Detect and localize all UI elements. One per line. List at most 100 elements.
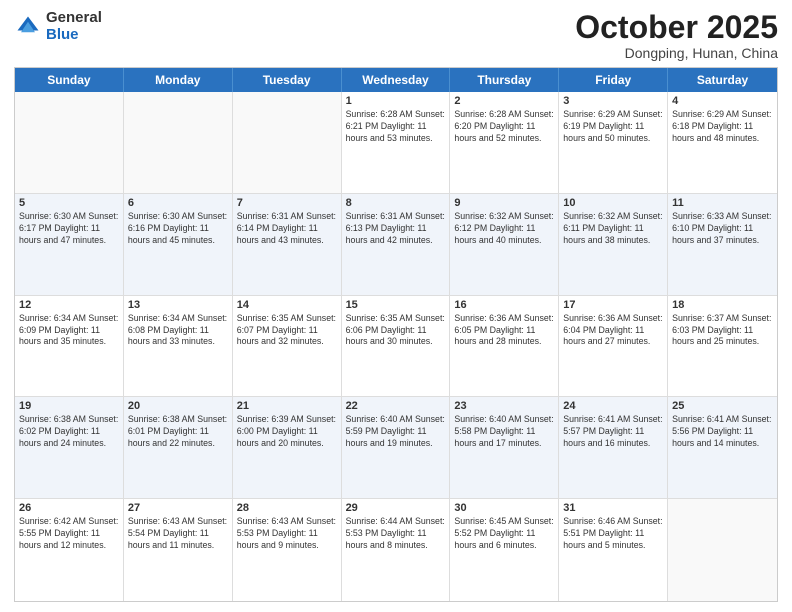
day-cell-14: 14 Sunrise: 6:35 AM Sunset: 6:07 PM Dayli… [233,296,342,397]
day-cell-23: 23 Sunrise: 6:40 AM Sunset: 5:58 PM Dayli… [450,397,559,498]
day-info: Sunrise: 6:46 AM Sunset: 5:51 PM Dayligh… [563,516,663,552]
day-number: 16 [454,299,554,311]
day-info: Sunrise: 6:30 AM Sunset: 6:16 PM Dayligh… [128,211,228,247]
day-cell-18: 18Sunrise: 6:37 AM Sunset: 6:03 PM Dayli… [668,296,777,397]
day-number: 27 [128,502,228,514]
day-number: 28 [237,502,337,514]
calendar: SundayMondayTuesdayWednesdayThursdayFrid… [14,67,778,602]
day-cell-27: 27 Sunrise: 6:43 AM Sunset: 5:54 PM Dayli… [124,499,233,601]
header-day-sunday: Sunday [15,68,124,92]
day-info: Sunrise: 6:31 AM Sunset: 6:13 PM Dayligh… [346,211,446,247]
location: Dongping, Hunan, China [575,45,778,61]
day-info: Sunrise: 6:42 AM Sunset: 5:55 PM Dayligh… [19,516,119,552]
day-cell-17: 17 Sunrise: 6:36 AM Sunset: 6:04 PM Dayli… [559,296,668,397]
day-cell-5: 5 Sunrise: 6:30 AM Sunset: 6:17 PM Daylig… [15,194,124,295]
day-info: Sunrise: 6:31 AM Sunset: 6:14 PM Dayligh… [237,211,337,247]
day-cell-24: 24 Sunrise: 6:41 AM Sunset: 5:57 PM Dayli… [559,397,668,498]
day-number: 4 [672,95,773,107]
day-info: Sunrise: 6:35 AM Sunset: 6:06 PM Dayligh… [346,313,446,349]
empty-cell [15,92,124,193]
logo-text: General Blue [46,10,102,43]
day-info: Sunrise: 6:45 AM Sunset: 5:52 PM Dayligh… [454,516,554,552]
day-number: 29 [346,502,446,514]
day-info: Sunrise: 6:34 AM Sunset: 6:09 PM Dayligh… [19,313,119,349]
day-info: Sunrise: 6:32 AM Sunset: 6:11 PM Dayligh… [563,211,663,247]
day-number: 14 [237,299,337,311]
day-cell-3: 3 Sunrise: 6:29 AM Sunset: 6:19 PM Daylig… [559,92,668,193]
day-info: Sunrise: 6:29 AM Sunset: 6:19 PM Dayligh… [563,109,663,145]
day-number: 6 [128,197,228,209]
day-info: Sunrise: 6:35 AM Sunset: 6:07 PM Dayligh… [237,313,337,349]
day-number: 23 [454,400,554,412]
day-number: 30 [454,502,554,514]
day-cell-10: 10 Sunrise: 6:32 AM Sunset: 6:11 PM Dayli… [559,194,668,295]
day-cell-21: 21 Sunrise: 6:39 AM Sunset: 6:00 PM Dayli… [233,397,342,498]
day-number: 8 [346,197,446,209]
day-info: Sunrise: 6:41 AM Sunset: 5:57 PM Dayligh… [563,414,663,450]
day-number: 24 [563,400,663,412]
day-number: 1 [346,95,446,107]
header-day-saturday: Saturday [668,68,777,92]
day-info: Sunrise: 6:36 AM Sunset: 6:05 PM Dayligh… [454,313,554,349]
page: General Blue October 2025 Dongping, Huna… [0,0,792,612]
day-cell-13: 13Sunrise: 6:34 AM Sunset: 6:08 PM Dayli… [124,296,233,397]
day-info: Sunrise: 6:41 AM Sunset: 5:56 PM Dayligh… [672,414,773,450]
logo-icon [14,13,42,41]
day-info: Sunrise: 6:36 AM Sunset: 6:04 PM Dayligh… [563,313,663,349]
day-info: Sunrise: 6:32 AM Sunset: 6:12 PM Dayligh… [454,211,554,247]
calendar-body: 1 Sunrise: 6:28 AM Sunset: 6:21 PM Daylig… [15,92,777,601]
day-number: 31 [563,502,663,514]
day-info: Sunrise: 6:39 AM Sunset: 6:00 PM Dayligh… [237,414,337,450]
day-number: 26 [19,502,119,514]
day-cell-6: 6 Sunrise: 6:30 AM Sunset: 6:16 PM Daylig… [124,194,233,295]
day-cell-16: 16 Sunrise: 6:36 AM Sunset: 6:05 PM Dayli… [450,296,559,397]
logo-blue-text: Blue [46,27,102,44]
day-number: 2 [454,95,554,107]
day-cell-26: 26 Sunrise: 6:42 AM Sunset: 5:55 PM Dayli… [15,499,124,601]
day-info: Sunrise: 6:40 AM Sunset: 5:59 PM Dayligh… [346,414,446,450]
logo: General Blue [14,10,102,43]
day-cell-11: 11Sunrise: 6:33 AM Sunset: 6:10 PM Dayli… [668,194,777,295]
day-info: Sunrise: 6:30 AM Sunset: 6:17 PM Dayligh… [19,211,119,247]
day-info: Sunrise: 6:43 AM Sunset: 5:54 PM Dayligh… [128,516,228,552]
day-cell-19: 19 Sunrise: 6:38 AM Sunset: 6:02 PM Dayli… [15,397,124,498]
day-info: Sunrise: 6:43 AM Sunset: 5:53 PM Dayligh… [237,516,337,552]
day-cell-7: 7 Sunrise: 6:31 AM Sunset: 6:14 PM Daylig… [233,194,342,295]
day-info: Sunrise: 6:28 AM Sunset: 6:20 PM Dayligh… [454,109,554,145]
day-number: 7 [237,197,337,209]
header-day-wednesday: Wednesday [342,68,451,92]
day-info: Sunrise: 6:40 AM Sunset: 5:58 PM Dayligh… [454,414,554,450]
week-row-1: 1 Sunrise: 6:28 AM Sunset: 6:21 PM Daylig… [15,92,777,194]
day-number: 10 [563,197,663,209]
header-day-tuesday: Tuesday [233,68,342,92]
empty-cell [668,499,777,601]
week-row-3: 12 Sunrise: 6:34 AM Sunset: 6:09 PM Dayli… [15,296,777,398]
day-info: Sunrise: 6:37 AM Sunset: 6:03 PM Dayligh… [672,313,773,349]
day-number: 13 [128,299,228,311]
day-number: 5 [19,197,119,209]
day-number: 19 [19,400,119,412]
day-number: 25 [672,400,773,412]
day-cell-30: 30 Sunrise: 6:45 AM Sunset: 5:52 PM Dayli… [450,499,559,601]
day-number: 20 [128,400,228,412]
day-cell-4: 4 Sunrise: 6:29 AM Sunset: 6:18 PM Daylig… [668,92,777,193]
title-block: October 2025 Dongping, Hunan, China [575,10,778,61]
day-info: Sunrise: 6:38 AM Sunset: 6:02 PM Dayligh… [19,414,119,450]
day-cell-25: 25 Sunrise: 6:41 AM Sunset: 5:56 PM Dayli… [668,397,777,498]
day-number: 9 [454,197,554,209]
empty-cell [233,92,342,193]
day-number: 22 [346,400,446,412]
week-row-4: 19 Sunrise: 6:38 AM Sunset: 6:02 PM Dayli… [15,397,777,499]
day-info: Sunrise: 6:33 AM Sunset: 6:10 PM Dayligh… [672,211,773,247]
month-title: October 2025 [575,10,778,45]
day-info: Sunrise: 6:29 AM Sunset: 6:18 PM Dayligh… [672,109,773,145]
header-day-friday: Friday [559,68,668,92]
day-number: 12 [19,299,119,311]
day-cell-8: 8 Sunrise: 6:31 AM Sunset: 6:13 PM Daylig… [342,194,451,295]
day-cell-2: 2 Sunrise: 6:28 AM Sunset: 6:20 PM Daylig… [450,92,559,193]
day-number: 3 [563,95,663,107]
day-info: Sunrise: 6:28 AM Sunset: 6:21 PM Dayligh… [346,109,446,145]
day-number: 17 [563,299,663,311]
day-number: 21 [237,400,337,412]
day-cell-22: 22 Sunrise: 6:40 AM Sunset: 5:59 PM Dayli… [342,397,451,498]
